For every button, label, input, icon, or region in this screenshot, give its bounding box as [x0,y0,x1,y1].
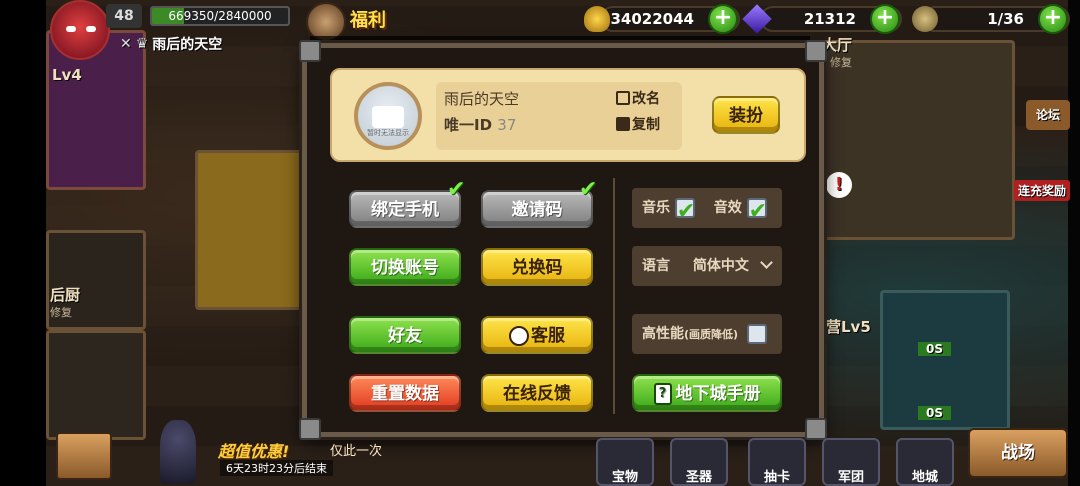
high-perf-label: 高性能 [642,326,684,342]
language-label: 语言 [642,258,670,274]
hall-repair-label: 修复 [830,56,852,69]
timer-b: 0S [918,406,951,420]
forum-button[interactable]: 论坛 [1026,100,1070,130]
promo-banner[interactable]: 超值优惠! 仅此一次 6天23时23分后结束 [190,436,390,486]
headset-icon [509,326,529,346]
dungeon-manual-label: 地下城手册 [675,384,761,404]
id-label: 唯一ID [444,116,493,134]
panel-corner [805,40,827,62]
promo-time-left: 6天23时23分后结束 [220,460,333,476]
minion-value: 1/36 [987,10,1024,28]
settings-panel: 暂时无法显示 雨后的天空 唯一ID 37 改名 复制 装扮 绑定手机 ✔ 邀请码… [299,40,827,440]
dress-up-button[interactable]: 装扮 [712,96,780,134]
profile-username: 雨后的天空 [444,90,520,108]
kitchen-label: 后厨 [50,286,81,304]
avatar-caption: 暂时无法显示 [367,129,409,137]
sound-checkbox[interactable]: ✔ [746,198,767,224]
tab-treasure[interactable]: 宝物 [596,438,654,486]
performance-setting: 高性能(画质降低) [632,314,782,354]
kitchen-repair-label: 修复 [50,306,72,319]
rename-button[interactable]: 改名 [616,88,660,108]
copy-label: 复制 [632,117,660,133]
friends-button[interactable]: 好友 [349,316,461,354]
add-minion-button[interactable]: + [1038,4,1068,34]
add-gold-button[interactable]: + [708,4,738,34]
sound-check-icon: ✔ [748,199,768,224]
profile-info: 雨后的天空 唯一ID 37 改名 复制 [436,82,682,150]
high-perf-checkbox[interactable] [746,324,767,344]
dungeon-manual-button[interactable]: ? 地下城手册 [632,374,782,412]
tab-dungeon[interactable]: 地城 [896,438,954,486]
gem-value: 21312 [803,10,856,28]
customer-service-button[interactable]: 客服 [481,316,593,354]
language-value: 简体中文 [692,258,749,274]
profile-id: 唯一ID 37 [444,114,516,135]
copy-icon [616,117,630,131]
promo-subtitle: 仅此一次 [330,444,383,459]
player-level: 48 [106,4,142,28]
sound-label: 音效 [713,200,742,216]
panel-corner [805,418,827,440]
xp-bar: 669350/2840000 [150,6,290,26]
edit-icon [616,91,630,105]
room-level-label: Lv4 [52,66,82,84]
panel-corner [299,40,321,62]
feedback-button[interactable]: 在线反馈 [481,374,593,412]
timer-a: 0S [918,342,951,356]
right-letterbox [1068,0,1080,486]
game-screen: Lv4 后厨 修复 大厅 修复 营Lv5 0S 0S 论坛 连充奖励 ! 48 … [0,0,1080,486]
profile-card: 暂时无法显示 雨后的天空 唯一ID 37 改名 复制 装扮 [330,68,806,162]
copy-id-button[interactable]: 复制 [616,114,660,134]
crossed-swords-icon: ✕ [120,36,132,52]
audio-settings: 音乐 ✔ 音效 ✔ [632,188,782,228]
music-checkbox[interactable]: ✔ [674,198,695,224]
room-hall[interactable] [815,40,1015,240]
promo-title: 超值优惠! [218,442,290,461]
profile-avatar[interactable]: 暂时无法显示 [354,82,422,150]
tab-draw[interactable]: 抽卡 [748,438,806,486]
panel-divider [613,178,615,414]
gold-value: 34022044 [610,10,695,28]
chevron-down-icon [759,256,773,269]
add-gem-button[interactable]: + [870,4,900,34]
language-select[interactable]: 语言 简体中文 [632,246,782,286]
invite-code-check-icon: ✔ [579,177,598,202]
image-placeholder-icon [372,106,404,128]
high-perf-note: (画质降低) [684,328,739,341]
customer-service-label: 客服 [531,326,565,346]
alert-icon[interactable]: ! [826,172,852,198]
minion-icon [912,6,938,32]
xp-text: 669350/2840000 [168,9,272,23]
left-letterbox [0,0,46,486]
tab-legion[interactable]: 军团 [822,438,880,486]
bind-phone-button[interactable]: 绑定手机 [349,190,461,228]
player-avatar[interactable] [50,0,110,60]
music-label: 音乐 [642,200,670,216]
book-icon: ? [653,383,672,405]
id-value: 37 [497,116,517,134]
rename-label: 改名 [632,91,660,107]
welfare-button[interactable]: 福利 [350,6,410,32]
bind-phone-check-icon: ✔ [447,177,466,202]
battle-button[interactable]: 战场 [968,428,1068,478]
camp-label: 营Lv5 [826,318,871,336]
redeem-code-button[interactable]: 兑换码 [481,248,593,286]
player-name: 雨后的天空 [152,37,223,53]
reaper-character-icon [160,420,196,484]
room-bottom-left[interactable] [46,330,146,440]
switch-account-button[interactable]: 切换账号 [349,248,461,286]
reset-data-button[interactable]: 重置数据 [349,374,461,412]
crown-icon: ♛ [135,36,149,52]
recharge-reward-button[interactable]: 连充奖励 [1014,180,1071,201]
invite-code-button[interactable]: 邀请码 [481,190,593,228]
player-name-row: ✕ ♛ 雨后的天空 [120,34,222,54]
mailbox-icon[interactable] [56,432,112,480]
tab-artifact[interactable]: 圣器 [670,438,728,486]
room-treasure[interactable] [195,150,305,310]
gold-icon [584,6,610,32]
music-check-icon: ✔ [676,199,696,224]
